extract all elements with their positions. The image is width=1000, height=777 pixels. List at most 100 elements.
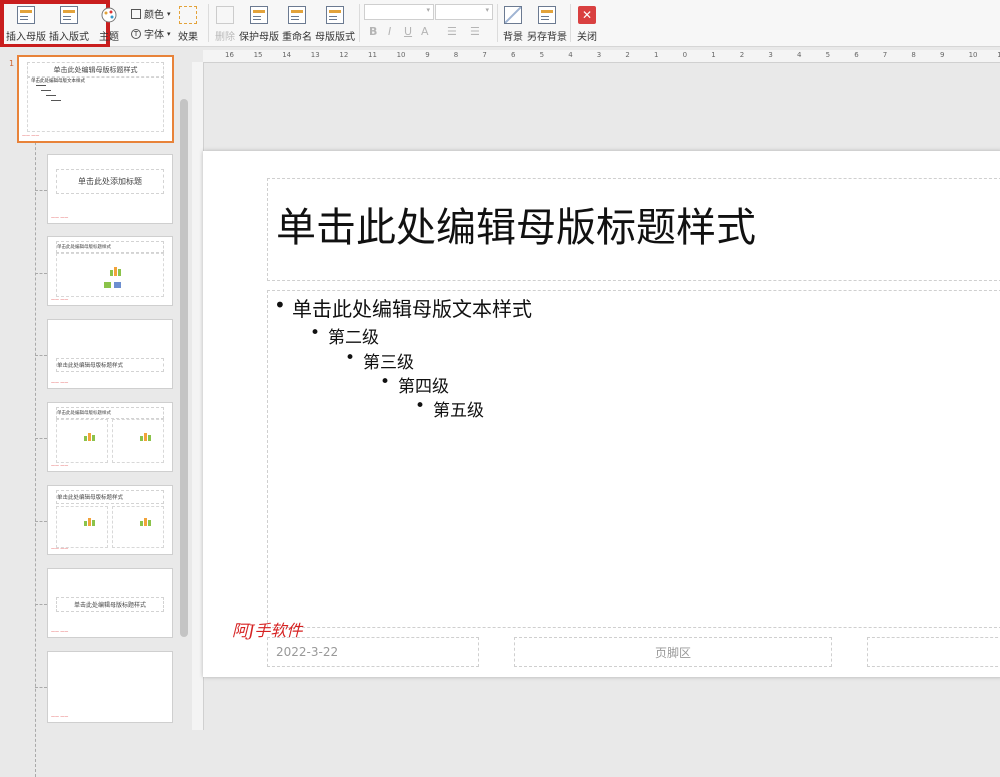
ruler-tick-label: 9 [940, 51, 945, 59]
title-placeholder[interactable]: 单击此处编辑母版标题样式 [267, 178, 1000, 281]
effect-label: 效果 [178, 32, 198, 43]
thumb-chart-icon [140, 518, 151, 526]
close-master-button[interactable]: ✕ 关闭 [574, 0, 600, 46]
underline-button[interactable]: U [404, 25, 412, 38]
layout-thumbnail[interactable]: 单击此处编辑母版标题样式 —— —— [47, 236, 173, 306]
tree-connector [35, 438, 47, 439]
numbered-list-icon[interactable]: ☰ [470, 25, 480, 38]
ruler-tick-label: 1 [711, 51, 716, 59]
layout-thumbnail[interactable]: 单击此处编辑母版标题样式 —— —— [47, 319, 173, 389]
divider [359, 4, 360, 42]
protect-master-icon [250, 6, 268, 24]
slide-thumbnail-panel: 1 单击此处编辑母版标题样式 单击此处编辑母版文本样式 —— —— 单击此处添加… [0, 47, 192, 777]
ruler-tick-label: 4 [568, 51, 573, 59]
color-grid-icon [131, 8, 141, 19]
slide-number-placeholder[interactable] [867, 637, 1000, 667]
thumb-chart-icon [84, 518, 95, 526]
horizontal-ruler: 1615141312111098765432101234567891011121… [203, 50, 1000, 63]
ruler-tick-label: 10 [396, 51, 406, 59]
thumb-chart-icon [140, 433, 151, 441]
layout-thumbnail[interactable]: 单击此处添加标题 —— —— [47, 154, 173, 224]
background-icon [504, 6, 522, 24]
thumb-body-text: 单击此处编辑母版文本样式 [31, 79, 85, 84]
effect-icon [179, 6, 197, 24]
ruler-tick-label: 4 [797, 51, 802, 59]
body-level-3: 第三级 [345, 348, 414, 373]
tree-connector [35, 190, 47, 191]
thumb-chart-icon [84, 433, 95, 441]
ruler-tick-label: 3 [768, 51, 773, 59]
body-level-1: 单击此处编辑母版文本样式 [274, 293, 532, 322]
chevron-down-icon: ▾ [485, 6, 489, 14]
background-button[interactable]: 背景 [500, 0, 526, 46]
tree-connector [35, 107, 36, 777]
save-background-button[interactable]: 另存背景 [527, 0, 567, 46]
font-color-button[interactable]: A [421, 25, 429, 38]
divider [497, 4, 498, 42]
ruler-tick-label: 8 [453, 51, 459, 59]
thumb-media-icon [114, 282, 121, 288]
ruler-tick-label: 6 [511, 51, 516, 59]
color-button[interactable]: 颜色 ▾ [131, 6, 171, 21]
thumb-title: 单击此处编辑母版标题样式 [56, 490, 164, 504]
color-label: 颜色 [144, 10, 164, 21]
date-placeholder[interactable]: 2022-3-22 [267, 637, 479, 667]
tree-connector [35, 521, 47, 522]
thumb-footer: —— —— [51, 546, 69, 551]
master-layout-button[interactable]: 母版版式 [315, 0, 355, 46]
thumb-title: 单击此处编辑母版标题样式 [56, 597, 164, 612]
layout-thumbnail[interactable]: 单击此处编辑母版标题样式 —— —— [47, 568, 173, 638]
layout-thumbnail[interactable]: 单击此处编辑母版标题样式 —— —— [47, 402, 173, 472]
italic-button[interactable]: I [388, 25, 391, 38]
protect-master-label: 保护母版 [239, 32, 279, 43]
effect-button[interactable]: 效果 [174, 0, 202, 46]
font-name-select[interactable]: ▾ [364, 4, 434, 20]
master-layout-icon [326, 6, 344, 24]
delete-label: 删除 [215, 32, 235, 43]
close-icon: ✕ [578, 6, 596, 24]
font-label: 字体 [144, 30, 164, 41]
date-text: 2022-3-22 [276, 645, 339, 659]
panel-scrollbar[interactable] [180, 99, 188, 637]
ruler-tick-label: 16 [225, 51, 234, 59]
thumb-body-placeholder [56, 419, 108, 463]
theme-label: 主题 [99, 32, 119, 43]
ruler-tick-label: 15 [253, 51, 263, 59]
master-thumbnail[interactable]: 单击此处编辑母版标题样式 单击此处编辑母版文本样式 —— —— [17, 55, 174, 143]
protect-master-button[interactable]: 保护母版 [239, 0, 279, 46]
slide-title: 单击此处编辑母版标题样式 [276, 205, 756, 251]
body-placeholder[interactable]: 单击此处编辑母版文本样式 第二级 第三级 第四级 第五级 [267, 290, 1000, 628]
ruler-tick-label: 5 [539, 51, 545, 59]
footer-placeholder[interactable]: 页脚区 [514, 637, 832, 667]
body-level-4: 第四级 [380, 372, 449, 397]
tree-connector [35, 687, 47, 688]
thumb-title: 单击此处添加标题 [56, 169, 164, 194]
layout-thumbnail[interactable]: 单击此处编辑母版标题样式 —— —— [47, 485, 173, 555]
ruler-tick-label: 2 [739, 51, 745, 59]
bullet-list-icon[interactable]: ☰ [447, 25, 457, 38]
chevron-down-icon: ▾ [167, 9, 171, 18]
thumb-footer: —— —— [22, 133, 40, 138]
master-layout-label: 母版版式 [315, 32, 355, 43]
save-background-label: 另存背景 [527, 32, 567, 43]
layout-thumbnail[interactable]: —— —— [47, 651, 173, 723]
footer-text: 页脚区 [654, 645, 691, 660]
ruler-tick-label: 12 [339, 51, 349, 59]
ruler-tick-label: 2 [625, 51, 630, 59]
ruler-tick-label: 9 [425, 51, 430, 59]
save-background-icon [538, 6, 556, 24]
master-slide-canvas[interactable]: 单击此处编辑母版标题样式 单击此处编辑母版文本样式 第二级 第三级 第四级 第五… [203, 151, 1000, 677]
ruler-tick-label: 1 [654, 51, 659, 59]
palette-icon [100, 6, 118, 24]
thumb-footer: —— —— [51, 463, 69, 468]
thumb-body-placeholder [56, 506, 108, 548]
delete-button[interactable]: 删除 [212, 0, 238, 46]
theme-button[interactable]: 主题 [96, 0, 122, 46]
font-size-select[interactable]: ▾ [435, 4, 493, 20]
bold-button[interactable]: B [369, 25, 377, 38]
ruler-tick-label: 10 [968, 51, 978, 59]
rename-label: 重命名 [282, 32, 312, 43]
font-button[interactable]: T 字体 ▾ [131, 26, 171, 41]
rename-button[interactable]: 重命名 [282, 0, 312, 46]
thumb-footer: —— —— [51, 215, 69, 220]
